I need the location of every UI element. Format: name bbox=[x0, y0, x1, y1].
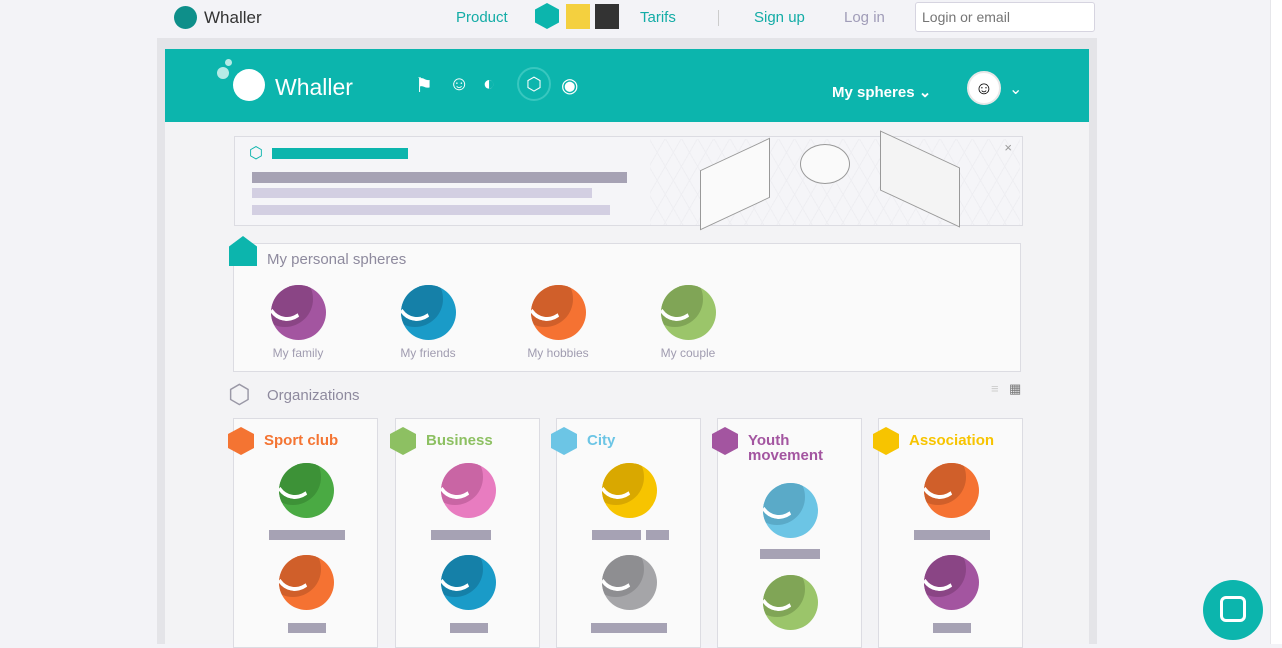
sphere-icon[interactable] bbox=[660, 285, 716, 340]
sphere-icon[interactable] bbox=[441, 463, 496, 518]
text-placeholder bbox=[252, 205, 610, 215]
add-organization-icon[interactable]: ⬡ bbox=[517, 67, 551, 101]
text-placeholder bbox=[252, 172, 627, 183]
sphere-label: My couple bbox=[660, 346, 716, 360]
organization-card[interactable]: City bbox=[551, 418, 701, 648]
tower-black-icon bbox=[595, 4, 619, 29]
whaller-logo-icon bbox=[217, 59, 267, 103]
name-placeholder bbox=[914, 530, 990, 540]
sphere-icon[interactable] bbox=[602, 463, 657, 518]
whaller-logo-icon[interactable] bbox=[174, 6, 197, 29]
personal-sphere[interactable]: My couple bbox=[646, 285, 776, 360]
personal-sphere[interactable]: My friends bbox=[386, 285, 516, 360]
name-placeholder bbox=[431, 530, 491, 540]
cube-teal-icon bbox=[535, 3, 559, 29]
brand-name[interactable]: Whaller bbox=[204, 8, 262, 28]
sphere-label: My friends bbox=[400, 346, 456, 360]
sphere-icon[interactable] bbox=[924, 463, 979, 518]
name-placeholder bbox=[450, 623, 488, 633]
organization-name: City bbox=[587, 432, 616, 449]
name-placeholder bbox=[760, 549, 820, 559]
sphere-icon[interactable] bbox=[279, 555, 334, 610]
signup-link[interactable]: Sign up bbox=[754, 9, 805, 26]
organization-card[interactable]: Youth movement bbox=[712, 418, 862, 648]
search-icon[interactable]: ◉ bbox=[561, 73, 585, 101]
flag-icon[interactable]: ⚑ bbox=[415, 73, 439, 101]
sphere-label: My family bbox=[272, 346, 324, 360]
app-header: Whaller ⚑ ☺ ◐ ⬡ ◉ My spheres ⌄ ☺ ⌄ bbox=[165, 49, 1089, 122]
organization-name: Sport club bbox=[264, 432, 339, 449]
my-spheres-dropdown[interactable]: My spheres ⌄ bbox=[832, 83, 931, 101]
organization-card[interactable]: Business bbox=[390, 418, 540, 648]
tower-yellow-icon bbox=[566, 4, 590, 29]
organization-card[interactable]: Association bbox=[873, 418, 1023, 648]
announcement-banner: ⬡ × bbox=[234, 130, 1023, 231]
personal-sphere[interactable]: My family bbox=[256, 285, 386, 360]
sphere-icon[interactable] bbox=[763, 483, 818, 538]
sphere-icon[interactable] bbox=[530, 285, 586, 340]
sphere-icon[interactable] bbox=[279, 463, 334, 518]
add-user-icon[interactable]: ☺ bbox=[449, 73, 473, 101]
site-topbar: Whaller Product Tarifs Sign up Log in bbox=[0, 0, 1270, 38]
login-link[interactable]: Log in bbox=[844, 9, 885, 26]
name-placeholder bbox=[646, 530, 669, 540]
my-spheres-label: My spheres bbox=[832, 84, 915, 101]
sphere-label: My hobbies bbox=[527, 346, 589, 360]
personal-sphere[interactable]: My hobbies bbox=[516, 285, 646, 360]
section-title: Organizations bbox=[267, 387, 360, 404]
sphere-icon[interactable] bbox=[602, 555, 657, 610]
name-placeholder bbox=[592, 530, 641, 540]
chat-button[interactable] bbox=[1203, 580, 1263, 640]
grid-view-icon[interactable]: ▦ bbox=[1009, 381, 1021, 397]
sphere-icon[interactable] bbox=[270, 285, 326, 340]
city-illustration bbox=[650, 130, 1020, 231]
name-placeholder bbox=[591, 623, 667, 633]
add-sphere-icon[interactable]: ◐ bbox=[483, 73, 507, 101]
login-email-input[interactable] bbox=[915, 2, 1095, 32]
organization-card[interactable]: Sport club bbox=[228, 418, 378, 648]
title-placeholder bbox=[272, 148, 408, 159]
organization-name: Youth movement bbox=[748, 432, 824, 464]
avatar[interactable]: ☺ bbox=[967, 71, 1001, 105]
sphere-icon[interactable] bbox=[441, 555, 496, 610]
text-placeholder bbox=[252, 188, 592, 198]
chevron-down-icon[interactable]: ⌄ bbox=[1009, 79, 1022, 99]
divider bbox=[718, 10, 719, 26]
app-brand: Whaller bbox=[275, 74, 353, 100]
personal-spheres-panel: My personal spheres My family My friends M… bbox=[229, 236, 1021, 372]
section-title: My personal spheres bbox=[267, 251, 407, 268]
sphere-icon[interactable] bbox=[400, 285, 456, 340]
sphere-icon[interactable] bbox=[763, 575, 818, 630]
tarifs-link[interactable]: Tarifs bbox=[640, 9, 676, 26]
name-placeholder bbox=[288, 623, 326, 633]
chevron-down-icon: ⌄ bbox=[918, 84, 932, 101]
scrollbar[interactable] bbox=[1270, 0, 1282, 644]
organization-name: Association bbox=[909, 432, 995, 449]
chat-icon bbox=[1220, 596, 1246, 622]
organization-name: Business bbox=[426, 432, 493, 449]
name-placeholder bbox=[269, 530, 345, 540]
product-link[interactable]: Product bbox=[456, 9, 508, 26]
organization-icon: ⬡ bbox=[228, 379, 251, 409]
name-placeholder bbox=[933, 623, 971, 633]
sphere-icon[interactable] bbox=[924, 555, 979, 610]
list-view-icon[interactable]: ≡ bbox=[991, 381, 999, 396]
close-icon[interactable]: × bbox=[1004, 140, 1012, 155]
add-organization-icon: ⬡ bbox=[249, 145, 263, 162]
